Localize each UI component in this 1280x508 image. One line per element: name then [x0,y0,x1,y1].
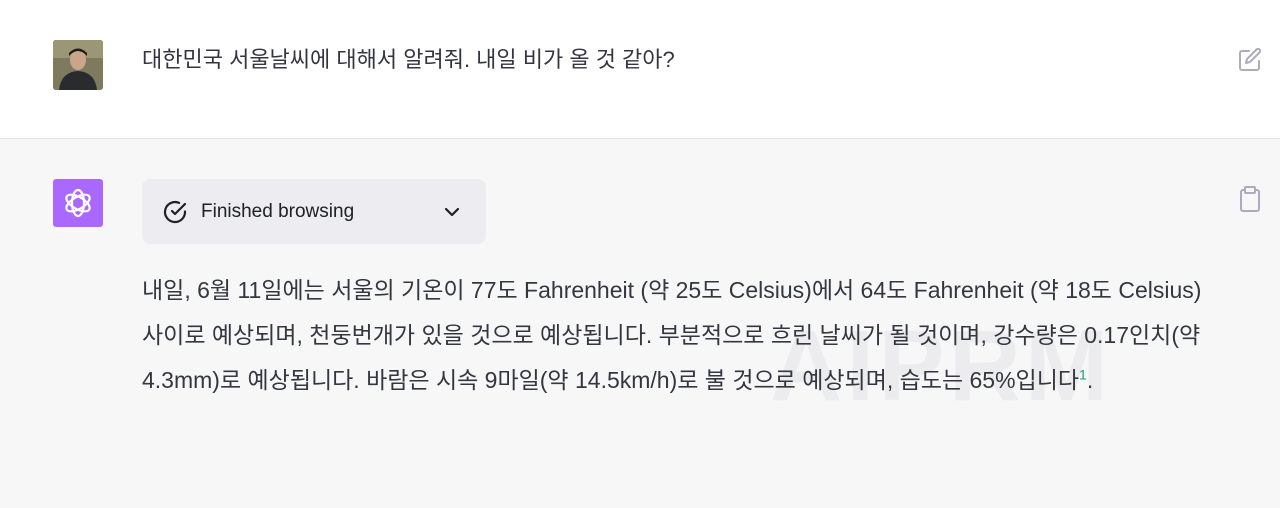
user-message-text: 대한민국 서울날씨에 대해서 알려줘. 내일 비가 올 것 같아? [142,47,675,72]
answer-end: . [1086,367,1094,393]
assistant-answer: 내일, 6월 11일에는 서울의 기온이 77도 Fahrenheit (약 2… [142,268,1217,403]
user-avatar [53,40,103,90]
edit-icon[interactable] [1236,46,1264,74]
browsing-status-toggle[interactable]: Finished browsing [142,179,486,244]
citation-link[interactable]: 1 [1079,366,1087,382]
assistant-message-row: Finished browsing AIPRM 내일, 6월 11일에는 서울의… [0,139,1280,508]
answer-text: 내일, 6월 11일에는 서울의 기온이 77도 Fahrenheit (약 2… [142,277,1202,393]
check-circle-icon [163,200,187,224]
browsing-status-label: Finished browsing [201,201,355,222]
chevron-down-icon[interactable] [442,202,462,222]
user-photo-icon [53,40,103,90]
user-message-row: 대한민국 서울날씨에 대해서 알려줘. 내일 비가 올 것 같아? [0,0,1280,139]
assistant-avatar [53,179,103,227]
clipboard-icon[interactable] [1237,185,1263,213]
openai-logo-icon [65,188,91,218]
